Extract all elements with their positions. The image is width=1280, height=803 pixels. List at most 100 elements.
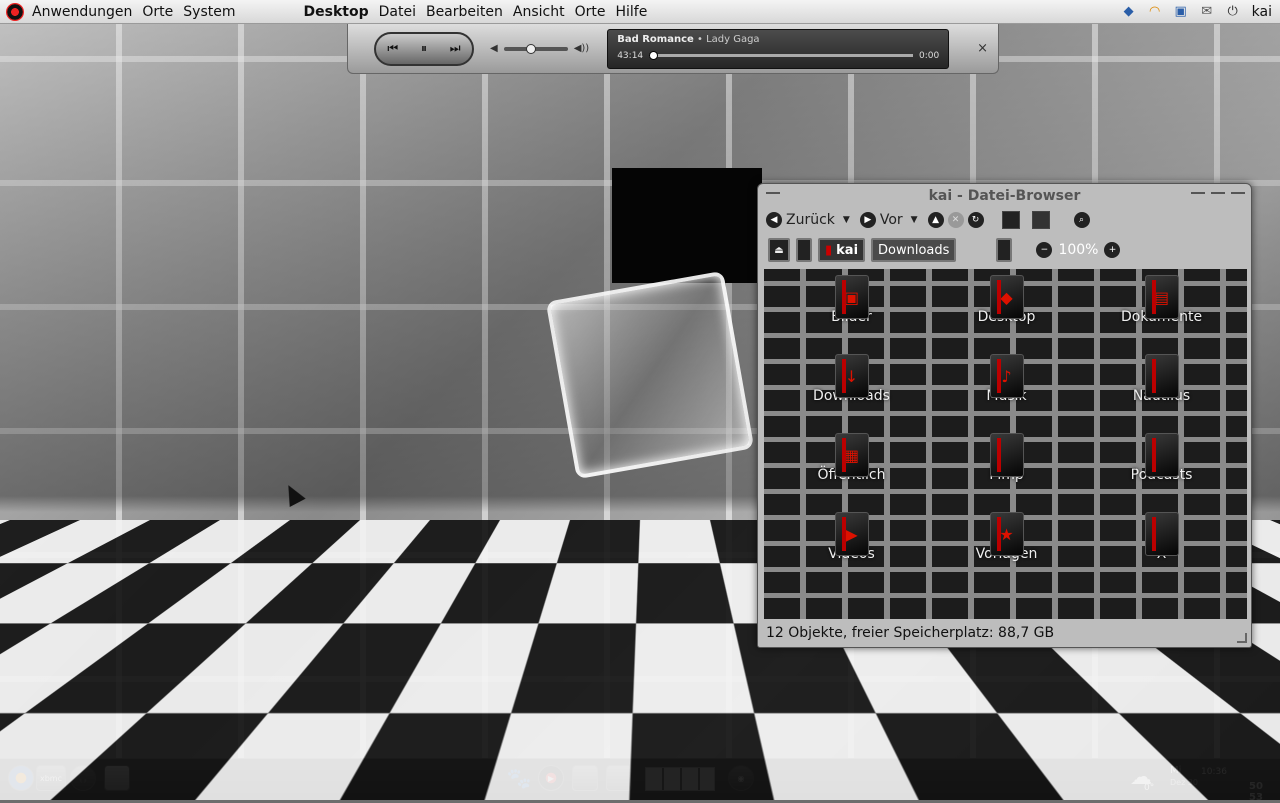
home-folder-icon[interactable] [1001, 211, 1020, 229]
folder-item-desktop[interactable]: ◆Desktop [929, 269, 1084, 348]
calendar-clock[interactable]: Mi Dez 30 [1170, 765, 1198, 789]
calendar-icon[interactable] [606, 765, 632, 791]
folder-item-dokumente[interactable]: ▤Dokumente [1084, 269, 1239, 348]
status-bar: 12 Objekte, freier Speicherplatz: 88,7 G… [766, 625, 1055, 641]
templates-folder-icon: ★ [989, 512, 1024, 556]
volume-high-icon[interactable]: ◀)) [574, 43, 590, 54]
glass-cube [545, 270, 755, 480]
workspace-switcher[interactable] [645, 767, 715, 791]
playback-controls: ⏮ ⏸ ⏭ [374, 31, 474, 66]
power-icon[interactable]: ⏻ [1224, 4, 1242, 20]
window-menu-button[interactable] [766, 188, 780, 194]
wifi-icon[interactable]: ◠ [1146, 4, 1164, 20]
breadcrumb-left-arrow[interactable] [796, 238, 812, 262]
headphones-icon[interactable]: 🎧 [70, 765, 96, 791]
folder-item-pimp[interactable]: Pimp [929, 427, 1084, 506]
maximize-button[interactable] [1211, 188, 1225, 194]
drive-icon[interactable] [104, 765, 130, 791]
back-arrow-icon[interactable]: ◀ [766, 212, 782, 228]
bottom-panel: xbmc 🎧 🐾 ▶ ◉ ☁ 0° Mi Dez 30 10:36 50 53 [0, 758, 1280, 803]
breadcrumb-home-label: kai [836, 242, 859, 258]
track-progress-bar[interactable] [649, 51, 913, 60]
network-icon[interactable]: ▣ [1172, 4, 1190, 20]
file-view[interactable]: ▣Bilder ◆Desktop ▤Dokumente ↓Downloads ♪… [764, 269, 1247, 619]
terminal-icon[interactable] [572, 765, 598, 791]
dropbox-icon[interactable]: ◆ [1120, 4, 1138, 20]
zoom-level[interactable]: 100% [1058, 242, 1098, 258]
breadcrumb-right-arrow[interactable] [996, 238, 1013, 262]
volume-control: ◀ ◀)) [490, 43, 589, 54]
close-button[interactable] [1231, 188, 1245, 194]
folder-item-bilder[interactable]: ▣Bilder [774, 269, 929, 348]
top-panel: Anwendungen Orte System Desktop Datei Be… [0, 0, 1280, 24]
appmenu-help[interactable]: Hilfe [610, 4, 652, 20]
window-titlebar[interactable]: kai - Datei-Browser [758, 184, 1251, 208]
menu-applications[interactable]: Anwendungen [27, 4, 137, 20]
desktop-folder-icon: ◆ [989, 275, 1024, 319]
stop-icon: ✕ [947, 212, 964, 228]
folder-item-nautilus[interactable]: Nautilus [1084, 348, 1239, 427]
zoom-out-icon[interactable]: − [1036, 242, 1053, 258]
appmenu-view[interactable]: Ansicht [508, 4, 570, 20]
navigation-toolbar: ◀ Zurück ▼ ▶ Vor ▼ ▲ ✕ ↻ ⌕ [758, 208, 1251, 232]
volume-slider[interactable] [503, 43, 568, 54]
minimize-button[interactable] [1191, 188, 1205, 194]
back-button[interactable]: Zurück [786, 212, 835, 228]
zoom-control: − 100% + [1036, 242, 1121, 258]
menu-places[interactable]: Orte [137, 4, 178, 20]
folder-item-vorlagen[interactable]: ★Vorlagen [929, 506, 1084, 585]
public-folder-icon: ▦ [834, 433, 869, 477]
reload-icon[interactable]: ↻ [967, 212, 984, 228]
breadcrumb-home[interactable]: ▮ kai [818, 238, 866, 262]
appmenu-file[interactable]: Datei [374, 4, 421, 20]
resize-grip[interactable] [1237, 633, 1247, 643]
zoom-in-icon[interactable]: + [1104, 242, 1121, 258]
forward-history-dropdown[interactable]: ▼ [911, 215, 918, 225]
window-title: kai - Datei-Browser [928, 188, 1081, 204]
clock-time: 10:36 [1201, 767, 1227, 777]
distro-logo-icon[interactable] [6, 2, 24, 21]
computer-icon[interactable] [1031, 211, 1050, 229]
folder-icon [1144, 354, 1179, 398]
volume-low-icon[interactable]: ◀ [490, 43, 498, 54]
folder-item-musik[interactable]: ♪Musik [929, 348, 1084, 427]
weather-temperature: 0° [1144, 783, 1155, 793]
downloads-folder-icon: ↓ [834, 354, 869, 398]
appmenu-places[interactable]: Orte [570, 4, 611, 20]
appmenu-desktop[interactable]: Desktop [299, 4, 374, 20]
menu-system[interactable]: System [178, 4, 240, 20]
folder-item-videos[interactable]: ▶Videos [774, 506, 929, 585]
appmenu-edit[interactable]: Bearbeiten [421, 4, 508, 20]
track-separator: • [696, 33, 703, 45]
firefox-icon[interactable] [8, 765, 34, 791]
breadcrumb-downloads[interactable]: Downloads [871, 238, 957, 262]
next-track-icon[interactable]: ⏭ [450, 41, 461, 56]
videos-folder-icon: ▶ [834, 512, 869, 556]
volume-knob[interactable] [525, 43, 536, 54]
forward-arrow-icon[interactable]: ▶ [859, 212, 876, 228]
player-close-button[interactable]: × [977, 41, 988, 56]
elapsed-time: 43:14 [617, 50, 644, 61]
location-toggle-icon[interactable]: ⏏ [768, 238, 790, 262]
folder-item-downloads[interactable]: ↓Downloads [774, 348, 929, 427]
xbmc-icon[interactable]: xbmc [36, 765, 66, 791]
forward-button[interactable]: Vor [880, 212, 903, 228]
up-icon[interactable]: ▲ [927, 212, 944, 228]
clock-date: Dez 30 [1170, 778, 1199, 787]
media-player-icon[interactable]: ▶ [538, 765, 564, 791]
folder-icon [1144, 512, 1179, 556]
mail-icon[interactable]: ✉ [1198, 4, 1216, 20]
track-title: Bad Romance [617, 33, 694, 45]
folder-item-oeffentlich[interactable]: ▦Öffentlich [774, 427, 929, 506]
progress-knob[interactable] [649, 51, 659, 60]
gimp-icon[interactable]: 🐾 [506, 765, 532, 791]
speaker-icon[interactable]: ◉ [728, 765, 754, 791]
track-display: Bad Romance • Lady Gaga 43:14 0:00 [607, 28, 950, 69]
user-name[interactable]: kai [1250, 4, 1274, 20]
search-icon[interactable]: ⌕ [1073, 212, 1090, 228]
play-pause-icon[interactable]: ⏸ [421, 41, 427, 56]
folder-item-podcasts[interactable]: Podcasts [1084, 427, 1239, 506]
previous-track-icon[interactable]: ⏮ [387, 41, 398, 56]
back-history-dropdown[interactable]: ▼ [843, 215, 850, 225]
folder-item-x[interactable]: X [1084, 506, 1239, 585]
